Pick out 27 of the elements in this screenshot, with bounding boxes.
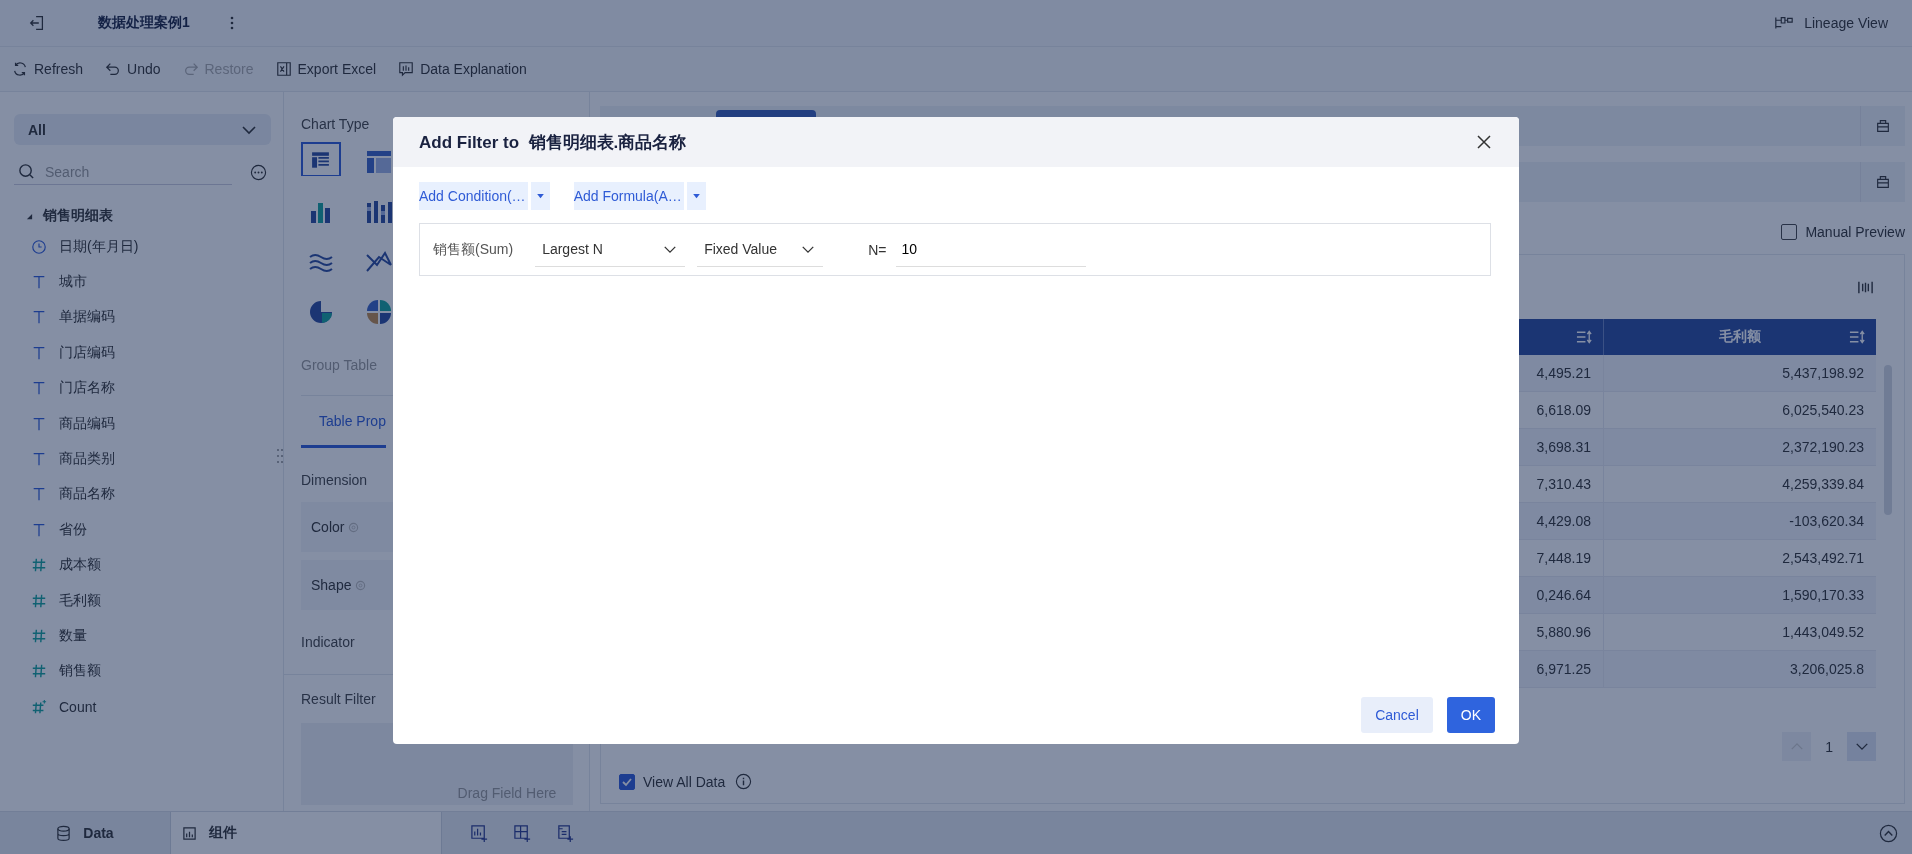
table-cell: -103,620.34 xyxy=(1789,513,1864,529)
table-cell: 4,259,339.84 xyxy=(1782,476,1864,492)
table-cell: 6,971.25 xyxy=(1536,661,1591,677)
condition-field: 销售额(Sum) xyxy=(433,240,514,259)
table-cell: 1,590,170.33 xyxy=(1782,587,1864,603)
table-cell: 5,880.96 xyxy=(1536,624,1591,640)
table-cell: 7,448.19 xyxy=(1536,550,1591,566)
table-cell: 2,543,492.71 xyxy=(1782,550,1864,566)
section-label: Dimension xyxy=(301,472,369,490)
column-header: 毛利额 xyxy=(1719,328,1761,346)
table-cell: 7,310.43 xyxy=(1536,476,1591,492)
report-title: 数据处理案例1 xyxy=(98,14,190,32)
table-cell: 0,246.64 xyxy=(1536,587,1591,603)
section-label: Result Filter xyxy=(301,691,377,709)
dialog-title: Add Filter to 销售明细表.商品名称 xyxy=(419,131,687,154)
table-cell: 6,025,540.23 xyxy=(1782,402,1864,418)
table-cell: 4,495.21 xyxy=(1536,365,1591,381)
table-cell: 2,372,190.23 xyxy=(1782,439,1864,455)
table-cell: 3,698.31 xyxy=(1536,439,1591,455)
n-label: N= xyxy=(868,241,887,258)
section-label: Chart Type xyxy=(301,116,371,132)
table-cell: 3,206,025.8 xyxy=(1790,661,1864,677)
table-cell: 5,437,198.92 xyxy=(1782,365,1864,381)
page-number: 1 xyxy=(1825,738,1833,755)
table-cell: 6,618.09 xyxy=(1536,402,1591,418)
table-cell: 1,443,049.52 xyxy=(1782,624,1864,640)
table-cell: 4,429.08 xyxy=(1536,513,1591,529)
